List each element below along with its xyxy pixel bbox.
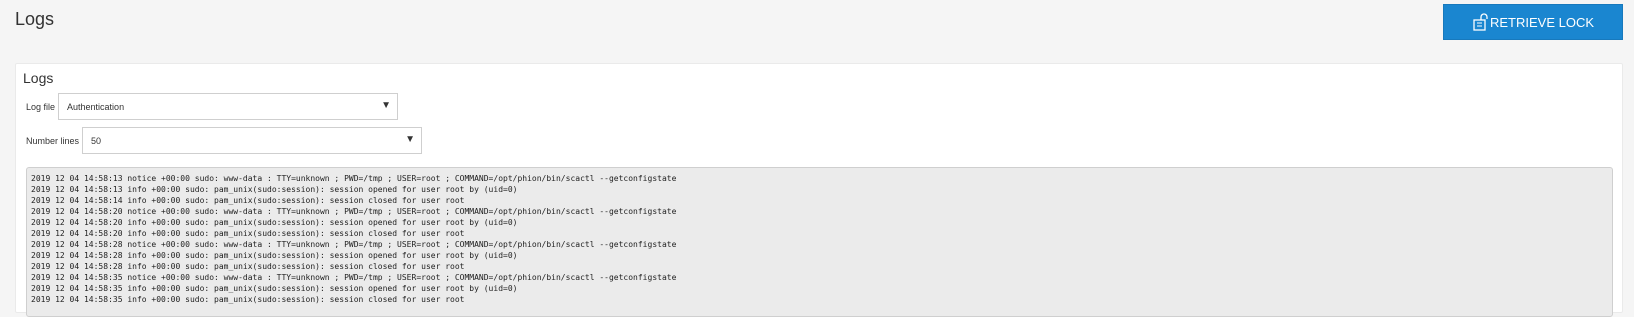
- log-line: 2019 12 04 14:58:13 info +00:00 sudo: pa…: [31, 185, 518, 194]
- logs-panel: Logs Log file Authentication ▼ Number li…: [15, 63, 1623, 317]
- log-line: 2019 12 04 14:58:35 info +00:00 sudo: pa…: [31, 295, 465, 304]
- retrieve-lock-label: RETRIEVE LOCK: [1489, 14, 1595, 30]
- log-file-select[interactable]: Authentication ▼: [58, 93, 399, 120]
- number-lines-select[interactable]: 50 ▼: [82, 127, 423, 154]
- panel-title: Logs: [23, 70, 54, 86]
- dropdown-arrow-icon: ▼: [405, 134, 416, 145]
- log-line: 2019 12 04 14:58:13 notice +00:00 sudo: …: [31, 174, 677, 183]
- lock-icon: [1472, 13, 1488, 31]
- log-line: 2019 12 04 14:58:14 info +00:00 sudo: pa…: [31, 196, 465, 205]
- log-line: 2019 12 04 14:58:28 notice +00:00 sudo: …: [31, 240, 677, 249]
- log-line: 2019 12 04 14:58:28 info +00:00 sudo: pa…: [31, 251, 518, 260]
- dropdown-arrow-icon: ▼: [381, 100, 392, 111]
- page-title: Logs: [15, 9, 55, 29]
- log-line: 2019 12 04 14:58:35 notice +00:00 sudo: …: [31, 273, 677, 282]
- number-lines-label: Number lines: [26, 135, 80, 146]
- log-file-row: Log file Authentication ▼: [26, 93, 399, 120]
- log-line: 2019 12 04 14:58:28 info +00:00 sudo: pa…: [31, 262, 465, 271]
- log-line: 2019 12 04 14:58:20 notice +00:00 sudo: …: [31, 207, 677, 216]
- log-file-value: Authentication: [67, 101, 125, 112]
- number-lines-value: 50: [91, 135, 102, 146]
- log-line: 2019 12 04 14:58:20 info +00:00 sudo: pa…: [31, 229, 465, 238]
- retrieve-lock-button[interactable]: RETRIEVE LOCK: [1443, 4, 1623, 40]
- log-line: 2019 12 04 14:58:20 info +00:00 sudo: pa…: [31, 218, 518, 227]
- number-lines-row: Number lines 50 ▼: [26, 127, 423, 154]
- log-line: 2019 12 04 14:58:35 info +00:00 sudo: pa…: [31, 284, 518, 293]
- log-output[interactable]: 2019 12 04 14:58:13 notice +00:00 sudo: …: [26, 167, 1613, 317]
- log-file-label: Log file: [26, 101, 56, 112]
